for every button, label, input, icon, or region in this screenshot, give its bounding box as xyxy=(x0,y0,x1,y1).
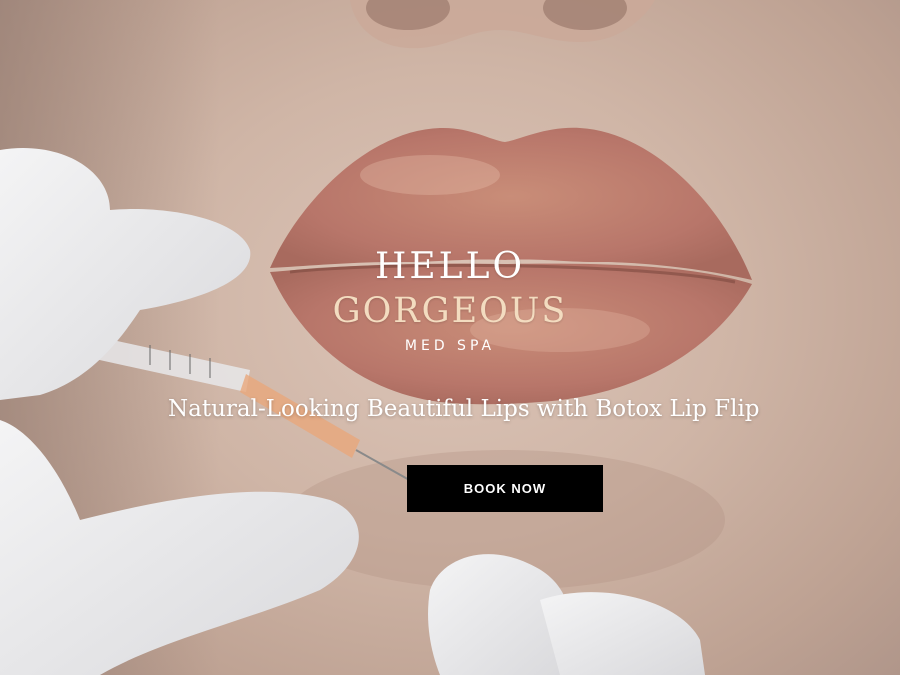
book-now-button[interactable]: BOOK NOW xyxy=(407,465,603,512)
hero-banner: HELLO GORGEOUS MED SPA Natural-Looking B… xyxy=(0,0,900,675)
logo-text-gorgeous: GORGEOUS xyxy=(332,291,568,331)
logo-text-hello: HELLO xyxy=(375,246,525,287)
hero-headline: Natural-Looking Beautiful Lips with Boto… xyxy=(168,396,760,422)
logo-tagline: MED SPA xyxy=(404,338,496,354)
brand-logo[interactable]: HELLO GORGEOUS MED SPA xyxy=(0,246,900,354)
